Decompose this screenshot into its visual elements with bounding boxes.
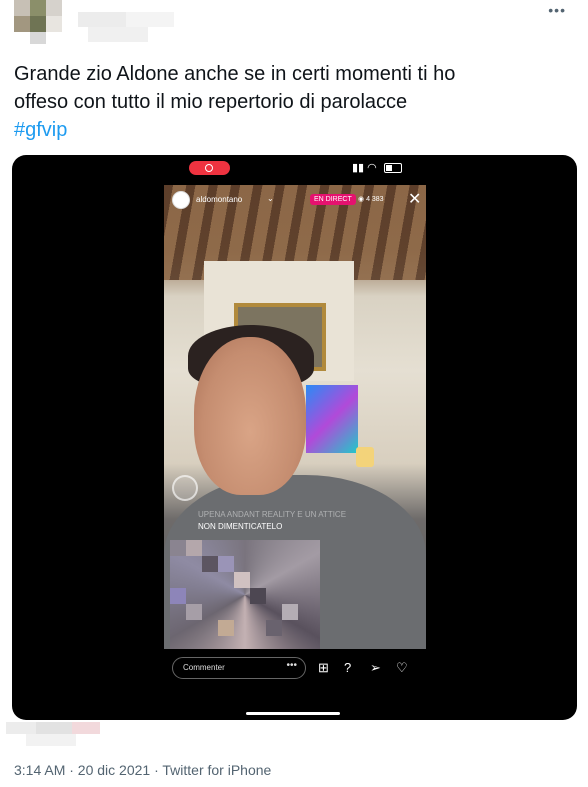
question-icon[interactable]: ? — [344, 660, 351, 675]
status-bar: ▮▮ ◠ — [352, 161, 402, 174]
live-username[interactable]: aldomontano — [196, 195, 242, 204]
viewers-count: ◉ 4 383 — [358, 195, 384, 203]
more-icon[interactable]: ••• — [548, 2, 566, 18]
lamp — [356, 447, 374, 467]
person-face — [194, 337, 306, 495]
tweet-text-line: Grande zio Aldone anche se in certi mome… — [14, 63, 456, 85]
live-header: aldomontano ⌄ EN DIRECT ◉ 4 383 ✕ — [172, 191, 422, 211]
caption: NON DIMENTICATELO — [198, 522, 283, 531]
tweet-media[interactable]: ▮▮ ◠ UPENA ANDANT REALITY E UN ATTICE NO… — [12, 155, 577, 720]
viewers-value: 4 383 — [366, 196, 384, 203]
signal-icon: ▮▮ — [352, 162, 365, 174]
tweet-timestamp[interactable]: 3:14 AM · 20 dic 2021 · Twitter for iPho… — [14, 762, 271, 778]
comment-placeholder: Commenter — [183, 663, 225, 672]
tweet-text: Grande zio Aldone anche se in certi mome… — [14, 60, 544, 144]
more-icon[interactable]: ••• — [286, 660, 297, 671]
tv-screen — [306, 385, 358, 453]
caption-faded: UPENA ANDANT REALITY E UN ATTICE — [198, 510, 347, 519]
live-badge: EN DIRECT — [310, 194, 356, 205]
wifi-icon: ◠ — [367, 162, 377, 174]
mic-button[interactable] — [172, 475, 198, 501]
heart-icon[interactable]: ♡ — [396, 660, 408, 676]
hashtag-link[interactable]: #gfvip — [14, 116, 544, 144]
comment-input[interactable]: Commenter ••• — [172, 657, 306, 679]
live-avatar[interactable] — [172, 191, 190, 209]
share-icon[interactable]: ➢ — [370, 660, 381, 676]
home-indicator — [246, 712, 340, 715]
tweet-text-line: offeso con tutto il mio repertorio di pa… — [14, 91, 408, 113]
avatar[interactable] — [14, 0, 66, 44]
viewers-icon: ◉ — [358, 196, 367, 203]
recording-icon — [189, 161, 230, 175]
close-icon[interactable]: ✕ — [408, 189, 421, 209]
blurred-user[interactable] — [6, 722, 106, 746]
battery-icon — [383, 163, 402, 174]
live-video[interactable]: UPENA ANDANT REALITY E UN ATTICE NON DIM… — [164, 185, 426, 649]
add-icon[interactable]: ⊞ — [318, 660, 329, 676]
chevron-down-icon[interactable]: ⌄ — [267, 194, 274, 203]
pixelated-area — [170, 540, 320, 649]
author-name[interactable] — [78, 12, 174, 42]
